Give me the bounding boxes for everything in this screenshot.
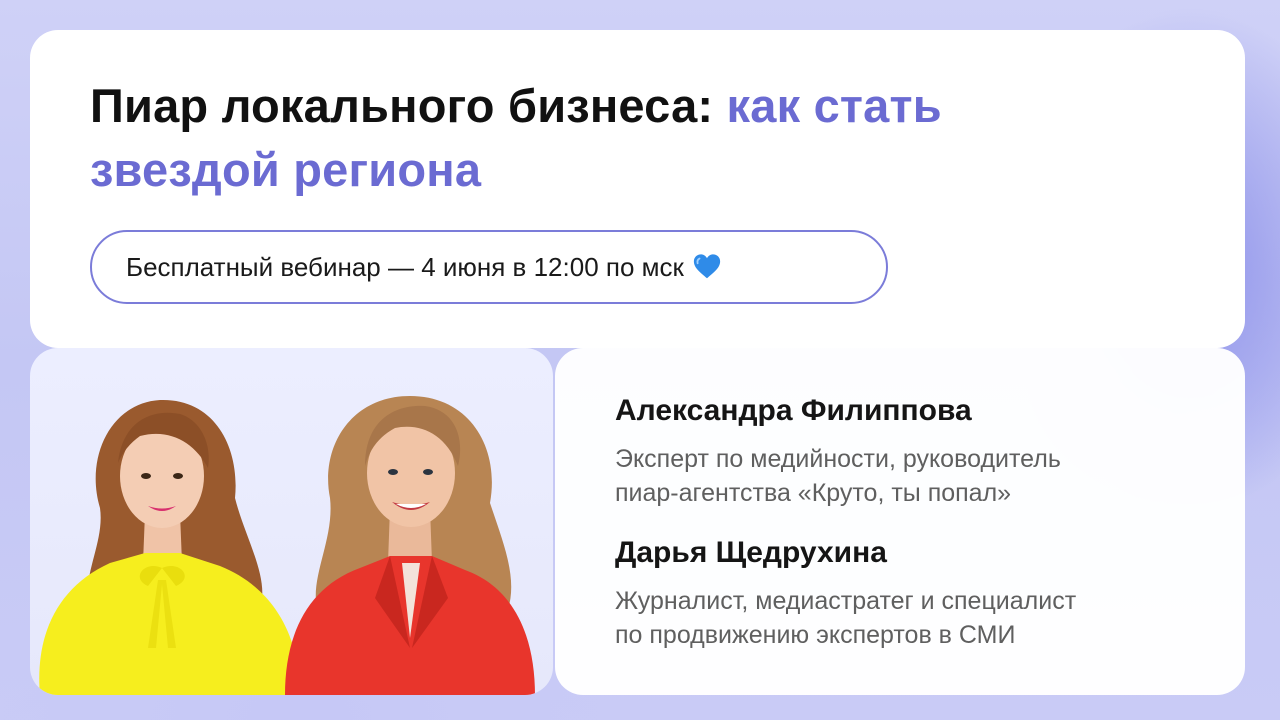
- speaker-1-figure: [39, 399, 301, 695]
- title-card: Пиар локального бизнеса: как стать звезд…: [30, 30, 1245, 348]
- title-part-1: Пиар локального бизнеса:: [90, 79, 727, 132]
- speaker-2-desc-line-2: по продвижению экспертов в СМИ: [615, 621, 1016, 649]
- speaker-2-figure: [285, 396, 535, 695]
- speaker-1-desc-line-1: Эксперт по медийности, руководитель: [615, 445, 1061, 473]
- speaker-2-name: Дарья Щедрухина: [615, 536, 887, 569]
- speakers-illustration: [39, 396, 535, 695]
- webinar-date-badge: Бесплатный вебинар — 4 июня в 12:00 по м…: [90, 230, 888, 304]
- speakers-info: Александра Филиппова Эксперт по медийнос…: [555, 348, 1245, 695]
- webinar-date-text: Бесплатный вебинар — 4 июня в 12:00 по м…: [126, 251, 684, 282]
- speaker-2-description: Журналист, медиастратег и специалист по …: [615, 584, 1215, 652]
- page-title: Пиар локального бизнеса: как стать звезд…: [90, 74, 1090, 202]
- speaker-2-desc-line-1: Журналист, медиастратег и специалист: [615, 587, 1077, 615]
- speaker-1-description: Эксперт по медийности, руководитель пиар…: [615, 442, 1215, 510]
- title-accent-1: как стать: [726, 79, 942, 132]
- title-accent-2: звездой региона: [90, 143, 482, 196]
- speaker-1-name: Александра Филиппова: [615, 394, 972, 427]
- blue-heart-icon: [693, 254, 721, 279]
- speakers-photo: [30, 348, 553, 695]
- speaker-1-desc-line-2: пиар-агентства «Круто, ты попал»: [615, 479, 1012, 507]
